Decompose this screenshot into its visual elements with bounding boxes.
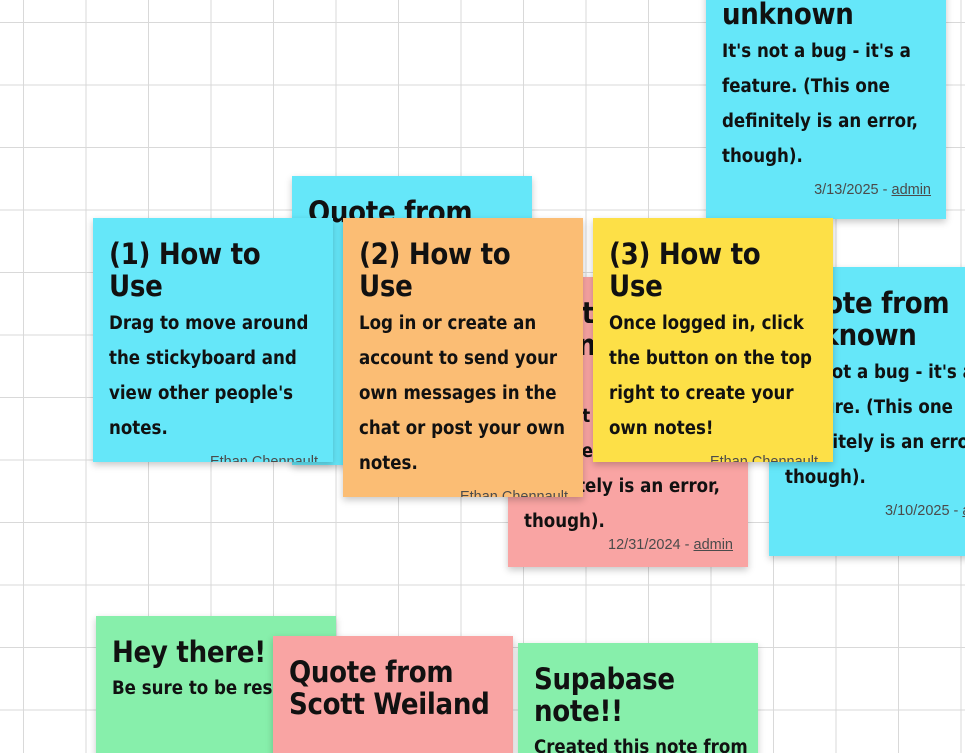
note-footer: 12/31/2024 - admin xyxy=(608,537,733,553)
note-author: Ethan Chennault xyxy=(709,454,818,462)
note-title: (1) How to Use xyxy=(109,237,261,303)
note-date: 3/10/2025 xyxy=(885,503,950,519)
note-body: Drag to move around the stickyboard and … xyxy=(109,313,309,439)
sticky-note[interactable]: (2) How to Use Log in or create an accou… xyxy=(343,218,583,497)
note-body: It's not a bug - it's a feature. (This o… xyxy=(722,41,918,167)
note-separator: - xyxy=(949,503,963,519)
sticky-note[interactable]: (3) How to Use Once logged in, click the… xyxy=(593,218,833,462)
note-author: Ethan Chennault xyxy=(459,489,568,497)
note-separator: - xyxy=(878,182,892,198)
sticky-note[interactable]: Quote from Scott Weiland xyxy=(273,636,513,753)
sticky-note[interactable]: (1) How to Use Drag to move around the s… xyxy=(93,218,333,462)
note-body: Created this note from xyxy=(534,737,748,753)
stickyboard[interactable]: unknown It's not a bug - it's a feature.… xyxy=(0,0,965,753)
note-body: Once logged in, click the button on the … xyxy=(609,313,812,439)
sticky-note[interactable]: Supabase note!! Created this note from xyxy=(518,643,758,753)
note-author-link[interactable]: admin xyxy=(694,537,734,553)
note-date: 3/13/2025 xyxy=(814,182,879,198)
note-author: Ethan Chennault xyxy=(209,454,318,462)
note-title: (3) How to Use xyxy=(609,237,761,303)
note-footer: 3/10/2025 - admin xyxy=(785,503,965,519)
note-title: Supabase note!! xyxy=(534,662,675,728)
note-body: Log in or create an account to send your… xyxy=(359,313,565,474)
note-footer: 3/13/2025 - admin xyxy=(722,182,931,198)
sticky-note[interactable]: unknown It's not a bug - it's a feature.… xyxy=(706,0,946,219)
note-title: unknown xyxy=(722,0,854,31)
note-title: Quote from Scott Weiland xyxy=(289,655,490,721)
note-author-link[interactable]: admin xyxy=(892,182,932,198)
note-date: 12/31/2024 xyxy=(608,537,681,553)
note-title: (2) How to Use xyxy=(359,237,511,303)
note-separator: - xyxy=(680,537,694,553)
